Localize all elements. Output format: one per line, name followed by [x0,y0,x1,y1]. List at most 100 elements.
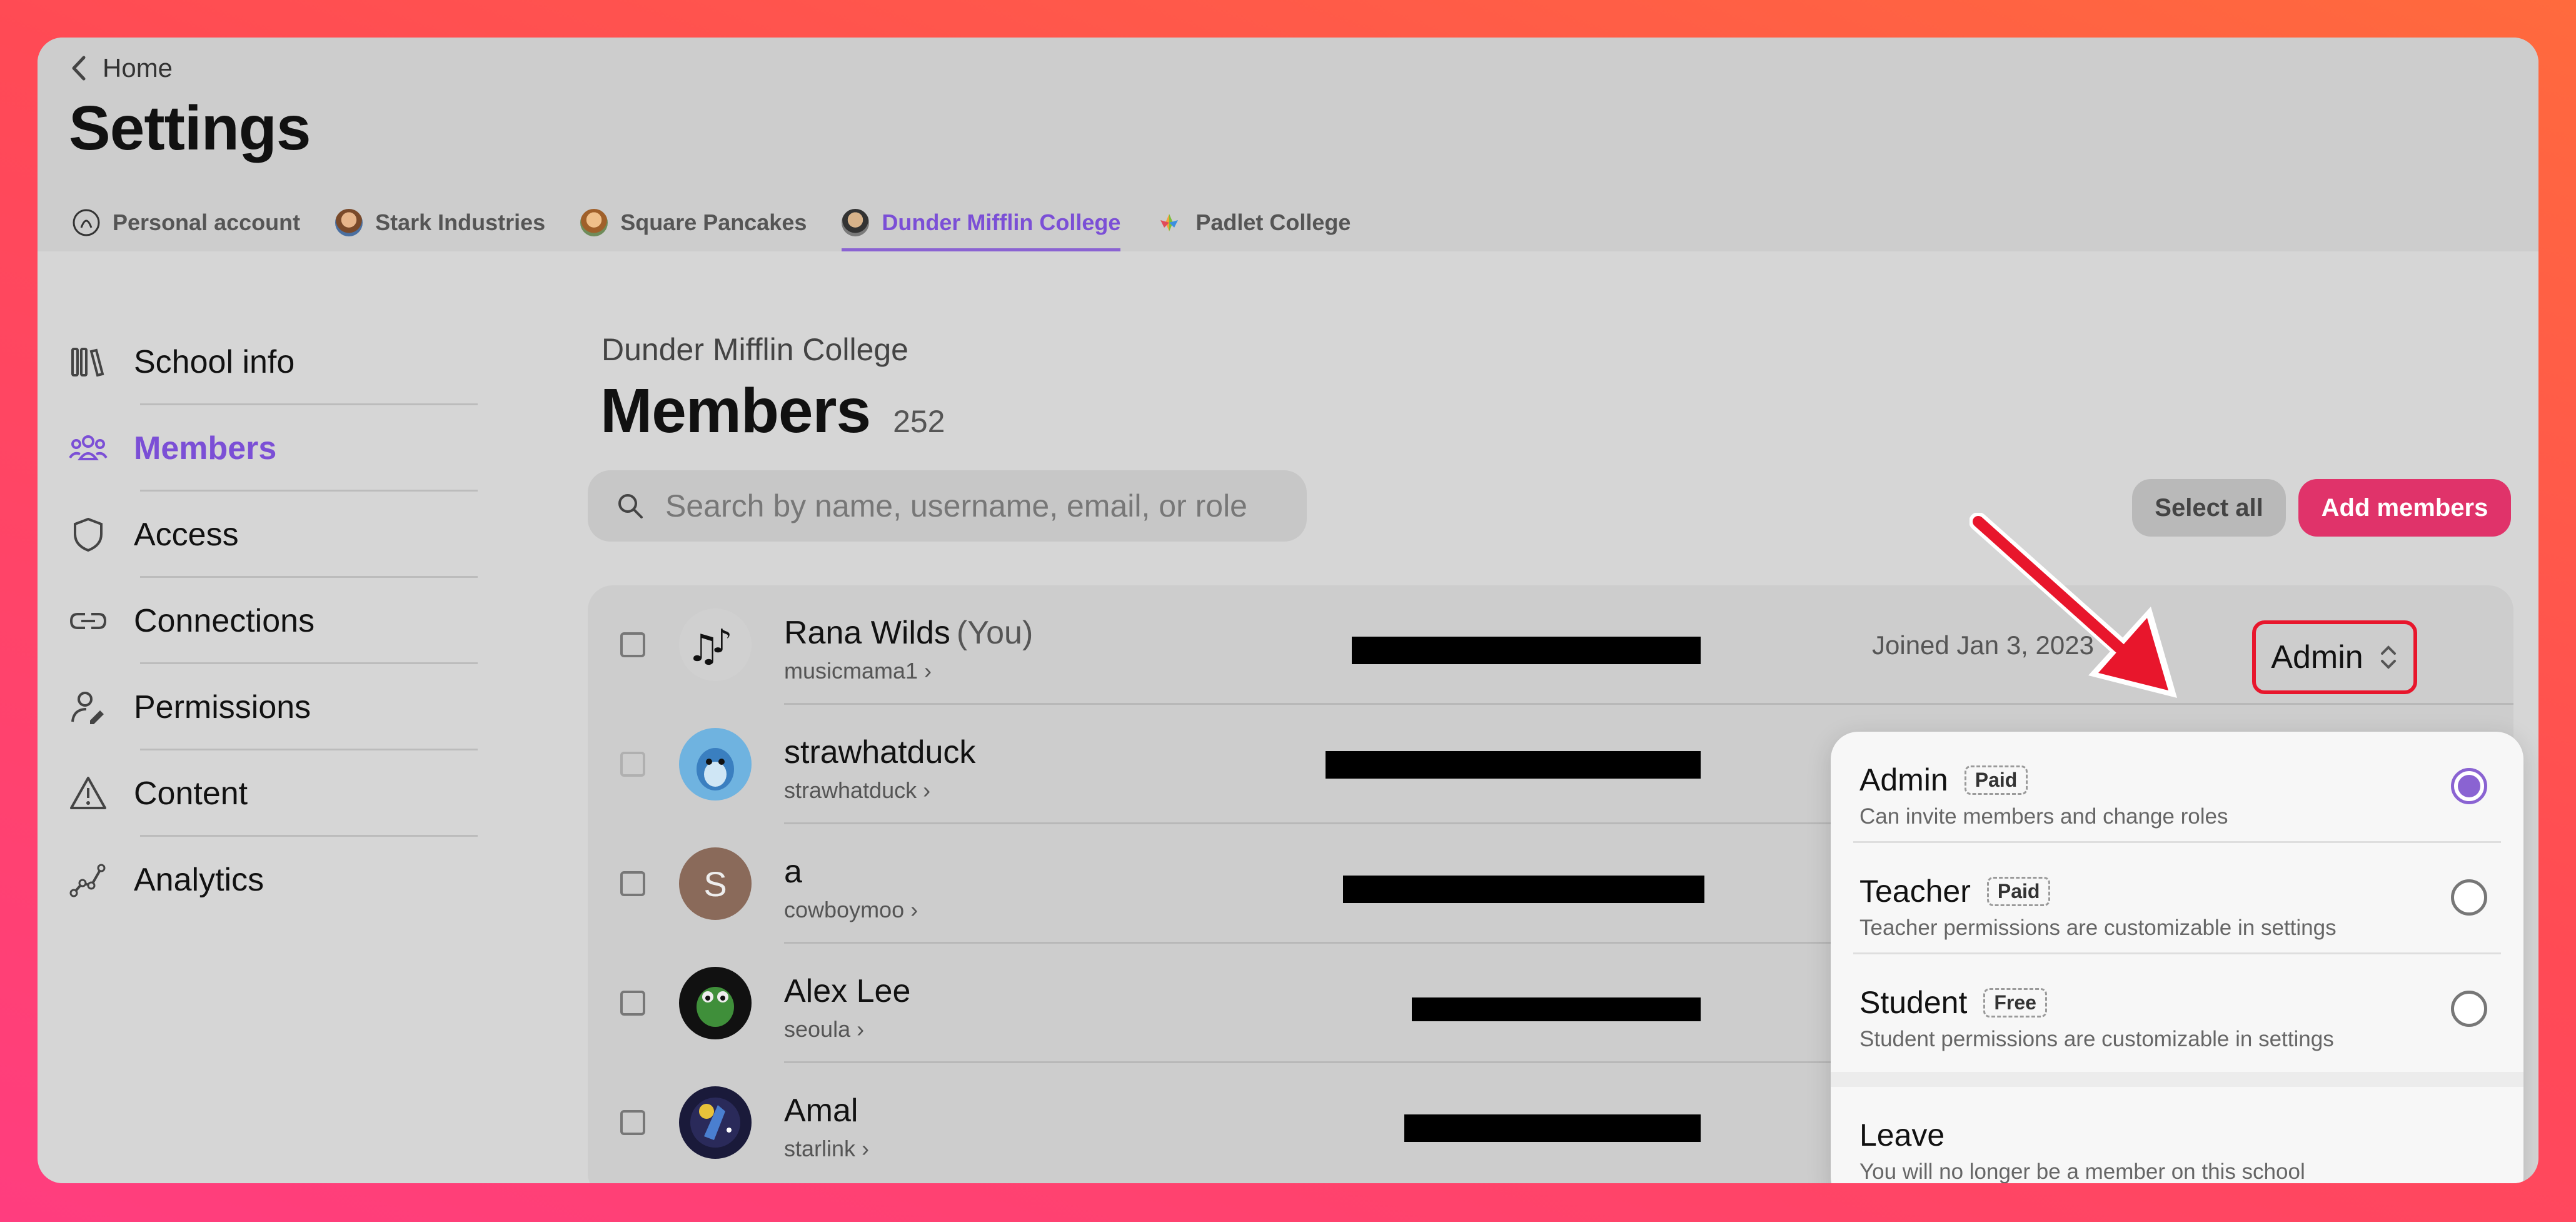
tab-label: Square Pancakes [620,210,807,235]
page-heading: Members [600,376,871,446]
sidebar-item-permissions[interactable]: Permissions [69,664,506,750]
redacted-email [1326,751,1701,779]
row-checkbox[interactable] [620,991,645,1016]
personal-avatar-icon [73,209,100,236]
sidebar-item-school-info[interactable]: School info [69,319,506,405]
sidebar-item-label: Connections [134,603,315,639]
option-title: Leave [1859,1117,1945,1153]
you-label: (You) [956,615,1034,651]
back-link[interactable]: Home [70,46,173,90]
option-name: Student [1859,985,1968,1020]
member-username[interactable]: seoula › [784,1016,864,1043]
settings-window: Home Settings Personal account Stark Ind… [38,38,2538,1183]
frog-avatar-icon [679,967,752,1039]
option-description: You will no longer be a member on this s… [1859,1159,2305,1183]
link-icon [69,602,108,640]
sidebar-item-label: Analytics [134,862,264,898]
role-dropdown-menu: Admin Paid Can invite members and change… [1831,732,2523,1183]
sidebar-item-label: Members [134,430,277,467]
member-username[interactable]: strawhatduck › [784,777,930,804]
member-name: Alex Lee [784,973,911,1009]
option-title: Admin Paid [1859,762,2028,798]
member-name-text: Rana Wilds [784,615,950,651]
shield-icon [69,515,108,554]
row-checkbox[interactable] [620,752,645,777]
member-search[interactable] [588,470,1307,542]
sidebar-item-label: School info [134,344,295,380]
role-radio-teacher[interactable] [2451,879,2487,916]
role-option-student[interactable]: Student Free Student permissions are cus… [1831,954,2523,1066]
plan-badge: Paid [1964,765,2028,795]
space-avatar-icon [679,1086,752,1159]
member-username[interactable]: musicmama1 › [784,658,932,684]
padlet-logo-icon [1155,209,1183,236]
option-description: Student permissions are customizable in … [1859,1027,2334,1051]
tab-label: Personal account [113,210,301,235]
row-checkbox[interactable] [620,1110,645,1135]
members-heading: Members 252 [600,375,945,447]
plan-badge: Paid [1986,876,2051,906]
svg-text:♪: ♪ [712,623,732,660]
tab-square-pancakes[interactable]: Square Pancakes [580,194,807,251]
search-icon [618,494,643,518]
member-name: strawhatduck [784,734,976,770]
tab-label: Padlet College [1195,210,1351,235]
option-title: Student Free [1859,984,2047,1021]
option-name: Leave [1859,1118,1945,1153]
org-avatar-icon [842,209,870,236]
tab-stark-industries[interactable]: Stark Industries [335,194,545,251]
table-row[interactable]: ♫ ♪ Rana Wilds (You) musicmama1 › Joined … [588,585,2513,705]
redacted-email [1412,997,1701,1021]
sidebar-item-label: Content [134,775,248,812]
role-option-admin[interactable]: Admin Paid Can invite members and change… [1831,732,2523,843]
redacted-email [1404,1114,1701,1142]
tab-label: Stark Industries [375,210,546,235]
back-label: Home [103,53,173,83]
option-description: Can invite members and change roles [1859,804,2228,829]
sidebar-item-label: Access [134,517,239,553]
option-name: Admin [1859,762,1948,797]
member-username[interactable]: cowboymoo › [784,897,918,923]
org-name: Dunder Mifflin College [601,332,908,367]
leave-option[interactable]: Leave You will no longer be a member on … [1831,1087,2523,1183]
option-description: Teacher permissions are customizable in … [1859,916,2337,940]
role-radio-student[interactable] [2451,991,2487,1027]
tab-dunder-mifflin-college[interactable]: Dunder Mifflin College [842,194,1121,251]
redacted-email [1343,876,1704,903]
sidebar-item-access[interactable]: Access [69,492,506,578]
tab-label: Dunder Mifflin College [882,210,1121,235]
settings-sidebar: School info Members Access Connections P… [69,319,506,923]
member-name: Rana Wilds (You) [784,614,1033,652]
books-icon [69,343,108,381]
letter-avatar-icon: S [679,847,752,920]
tab-personal-account[interactable]: Personal account [73,194,300,251]
role-label: Admin [2271,639,2363,675]
sidebar-item-members[interactable]: Members [69,405,506,492]
avatar-letter: S [703,864,727,904]
member-count: 252 [893,404,945,439]
role-option-teacher[interactable]: Teacher Paid Teacher permissions are cus… [1831,843,2523,954]
plan-badge: Free [1983,987,2047,1017]
tab-padlet-college[interactable]: Padlet College [1155,194,1351,251]
sidebar-item-connections[interactable]: Connections [69,578,506,664]
add-members-button[interactable]: Add members [2298,479,2511,537]
member-name: Amal [784,1093,858,1129]
row-checkbox[interactable] [620,871,645,896]
role-radio-admin[interactable] [2451,768,2487,804]
annotation-arrow-icon [1970,513,2177,698]
cartoon-avatar-icon [679,728,752,800]
user-edit-icon [69,688,108,727]
member-username[interactable]: starlink › [784,1136,869,1162]
row-checkbox[interactable] [620,632,645,657]
redacted-email [1352,637,1701,664]
member-name: a [784,854,802,890]
analytics-icon [69,861,108,899]
chevron-updown-icon [2380,645,2396,669]
settings-header: Home Settings Personal account Stark Ind… [38,38,2538,251]
role-select-button[interactable]: Admin [2252,620,2417,694]
menu-section-gap [1831,1072,2523,1087]
music-notes-icon: ♫ ♪ [679,608,752,681]
sidebar-item-analytics[interactable]: Analytics [69,837,506,923]
search-input[interactable] [664,487,1260,525]
sidebar-item-content[interactable]: Content [69,750,506,837]
